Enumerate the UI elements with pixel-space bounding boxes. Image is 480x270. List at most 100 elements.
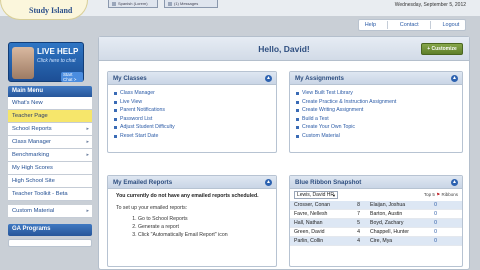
sidebar-item-high-scores[interactable]: My High Scores	[8, 162, 92, 175]
list-item[interactable]: Password List	[114, 115, 270, 124]
setup-step: Go to School Reports	[138, 215, 268, 223]
sidebar-item-label: School Reports	[12, 126, 52, 132]
tab-label: Spanish (Lorem)	[118, 1, 148, 6]
tab-label: (1) Messages	[174, 1, 199, 6]
live-help-banner[interactable]: LIVE HELP Click here to chat Start Chat …	[8, 42, 84, 82]
class-select-value: Lewis, David HR	[297, 192, 334, 198]
sidebar-item-whats-new[interactable]: What's New	[8, 97, 92, 110]
current-date: Wednesday, September 5, 2012	[394, 2, 466, 8]
contact-link[interactable]: Contact	[400, 22, 419, 28]
divider	[387, 21, 389, 29]
list-item[interactable]: View Built Test Library	[296, 89, 456, 98]
sidebar-item-class-manager[interactable]: Class Manager ▸	[8, 136, 92, 149]
collapse-icon[interactable]: ▲	[265, 179, 272, 186]
emailed-reports-panel: My Emailed Reports ▲ You currently do no…	[107, 175, 277, 267]
chevron-down-icon: ▼	[332, 193, 336, 198]
sidebar-item-custom-material[interactable]: Custom Material ▸	[8, 205, 92, 218]
list-item[interactable]: Create Your Own Topic	[296, 123, 456, 132]
divider	[430, 21, 432, 29]
ribbon-count: 0	[434, 202, 437, 208]
top-5-text: Top 5	[423, 192, 435, 197]
ribbon-count: 0	[434, 238, 437, 244]
logout-link[interactable]: Logout	[442, 22, 459, 28]
greeting: Hello, David!	[258, 44, 310, 54]
list-item[interactable]: Adjust Student Difficulty	[114, 123, 270, 132]
sidebar-item-high-school-site[interactable]: High School Site	[8, 175, 92, 188]
student-name: Chappell, Hunter	[370, 229, 409, 235]
ribbon-count: 7	[357, 211, 360, 217]
list-item[interactable]: Custom Material	[296, 132, 456, 141]
top-5-label: Top 5 ⚑ Ribbons	[424, 192, 458, 198]
panel-title: Blue Ribbon Snapshot	[295, 179, 362, 186]
sidebar-item-label: My High Scores	[12, 165, 53, 171]
list-item[interactable]: Parent Notifications	[114, 106, 270, 115]
table-row: Hall, Nathan 5 Boyd, Zachary 0	[290, 219, 462, 228]
my-classes-list: Class Manager Live View Parent Notificat…	[108, 85, 276, 145]
sidebar-footer-box	[8, 239, 92, 247]
ribbon-count: 0	[434, 229, 437, 235]
tab-top-2[interactable]: (1) Messages	[164, 0, 218, 8]
blue-ribbon-panel: Blue Ribbon Snapshot ▲ Lewis, David HR ▼…	[289, 175, 463, 267]
panel-header: My Assignments ▲	[290, 72, 462, 85]
sidebar-item-ga-programs[interactable]: GA Programs	[8, 224, 92, 236]
my-classes-panel: My Classes ▲ Class Manager Live View Par…	[107, 71, 277, 153]
list-item[interactable]: Class Manager	[114, 89, 270, 98]
student-name: Boyd, Zachary	[370, 220, 404, 226]
ribbon-count: 5	[357, 220, 360, 226]
list-item[interactable]: Reset Start Date	[114, 132, 270, 141]
sidebar-item-school-reports[interactable]: School Reports ▸	[8, 123, 92, 136]
panel-title: My Classes	[113, 75, 147, 82]
setup-step: Generate a report	[138, 223, 268, 231]
setup-steps: Go to School Reports Generate a report C…	[138, 215, 268, 239]
live-help-subtitle: Click here to chat	[37, 58, 76, 64]
student-name: Barton, Austin	[370, 211, 403, 217]
start-chat-button[interactable]: Start Chat >	[61, 72, 83, 82]
collapse-icon[interactable]: ▲	[265, 75, 272, 82]
chevron-right-icon: ▸	[86, 152, 89, 158]
sidebar-item-label: Benchmarking	[12, 152, 50, 158]
tab-icon	[112, 1, 116, 6]
customize-button[interactable]: + Customize	[421, 43, 463, 55]
ribbon-count: 4	[357, 238, 360, 244]
panel-header: Blue Ribbon Snapshot ▲	[290, 176, 462, 189]
logo[interactable]: Study Island	[0, 0, 88, 20]
student-name: Favre, Nellesh	[294, 211, 328, 217]
table-row: Parlin, Collin 4 Cire, Mya 0	[290, 237, 462, 246]
panel-header: My Emailed Reports ▲	[108, 176, 276, 189]
my-assignments-panel: My Assignments ▲ View Built Test Library…	[289, 71, 463, 153]
support-agent-photo	[12, 47, 34, 79]
list-item[interactable]: Live View	[114, 98, 270, 107]
list-item[interactable]: Create Practice & Instruction Assignment	[296, 98, 456, 107]
tab-top-1[interactable]: Spanish (Lorem)	[108, 0, 158, 8]
blue-ribbon-controls: Lewis, David HR ▼ Top 5 ⚑ Ribbons	[290, 189, 462, 201]
no-reports-message: You currently do not have any emailed re…	[116, 193, 259, 199]
my-assignments-list: View Built Test Library Create Practice …	[290, 85, 462, 145]
ribbons-text: Ribbons	[441, 192, 458, 197]
panel-header: My Classes ▲	[108, 72, 276, 85]
list-item[interactable]: Build a Test	[296, 115, 456, 124]
sidebar-item-label: Teacher Toolkit - Beta	[12, 191, 68, 197]
top-nav: Help Contact Logout	[358, 19, 466, 31]
student-name: Cire, Mya	[370, 238, 393, 244]
collapse-icon[interactable]: ▲	[451, 179, 458, 186]
panel-title: My Assignments	[295, 75, 344, 82]
panel-title: My Emailed Reports	[113, 179, 173, 186]
table-row: Crosser, Conan 8 Elaijan, Joshua 0	[290, 201, 462, 210]
sidebar-item-teacher-page[interactable]: Teacher Page	[8, 110, 92, 123]
sidebar-item-label: What's New	[12, 100, 43, 106]
student-name: Parlin, Collin	[294, 238, 324, 244]
student-name: Crosser, Conan	[294, 202, 331, 208]
emailed-reports-body: You currently do not have any emailed re…	[108, 189, 276, 243]
chevron-right-icon: ▸	[86, 139, 89, 145]
collapse-icon[interactable]: ▲	[451, 75, 458, 82]
setup-instructions-label: To set up your emailed reports:	[116, 205, 188, 211]
class-select[interactable]: Lewis, David HR ▼	[294, 191, 338, 199]
ribbon-count: 4	[357, 229, 360, 235]
ribbon-count: 0	[434, 220, 437, 226]
list-item[interactable]: Create Writing Assignment	[296, 106, 456, 115]
help-link[interactable]: Help	[365, 22, 376, 28]
sidebar-item-label: Class Manager	[12, 139, 51, 145]
sidebar-item-teacher-toolkit[interactable]: Teacher Toolkit - Beta	[8, 188, 92, 201]
sidebar-item-benchmarking[interactable]: Benchmarking ▸	[8, 149, 92, 162]
sidebar: Main Menu What's New Teacher Page School…	[8, 86, 92, 247]
